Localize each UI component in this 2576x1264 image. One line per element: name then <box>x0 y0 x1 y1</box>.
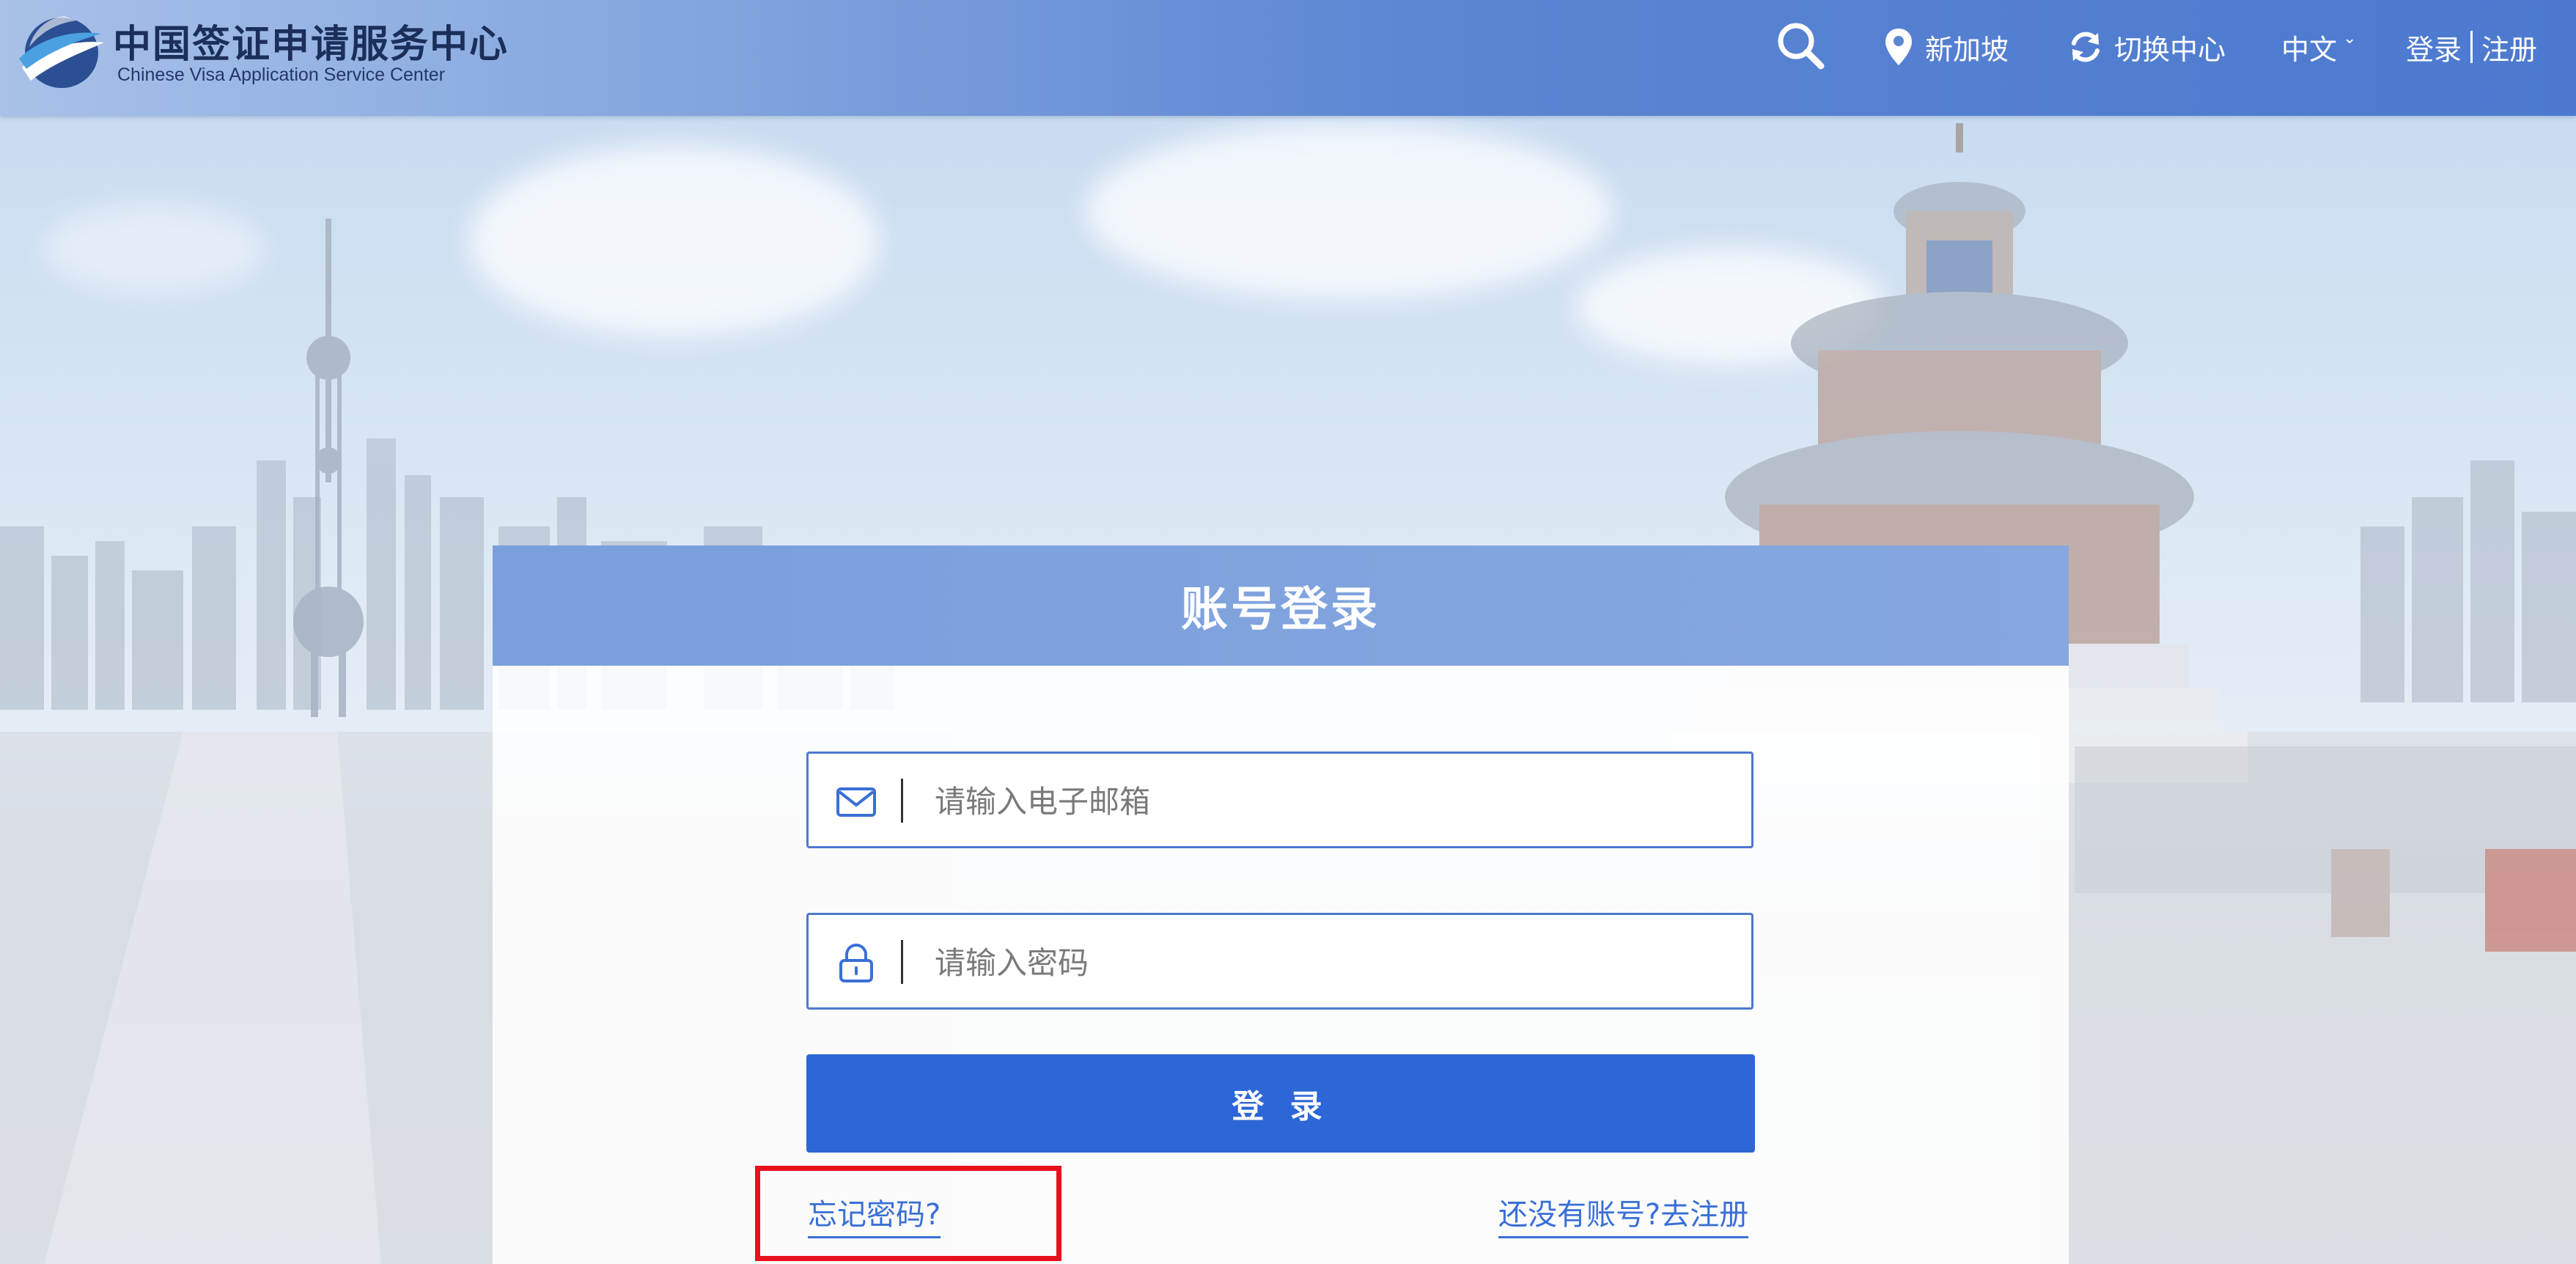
email-input[interactable] <box>933 768 1735 834</box>
header-register-link[interactable]: 注册 <box>2481 27 2537 67</box>
location-label: 新加坡 <box>1925 33 2009 66</box>
location-selector[interactable]: 新加坡 <box>1884 0 2009 94</box>
map-pin-icon <box>1885 29 1912 65</box>
register-link[interactable]: 还没有账号?去注册 <box>1498 1191 1749 1238</box>
login-button[interactable]: 登 录 <box>806 1054 1755 1153</box>
site-logo[interactable]: 中国签证申请服务中心 Chinese Visa Application Serv… <box>19 7 507 103</box>
logo-chinese-text: 中国签证申请服务中心 <box>113 22 509 67</box>
header-login-link[interactable]: 登录 <box>2406 27 2462 67</box>
language-selector[interactable]: 中文 ⌄ <box>2281 0 2356 94</box>
search-button[interactable] <box>1773 18 1831 76</box>
field-divider <box>901 779 903 823</box>
top-header: 中国签证申请服务中心 Chinese Visa Application Serv… <box>0 0 2576 116</box>
auth-links: 登录 注册 <box>2406 0 2537 94</box>
chevron-down-icon: ⌄ <box>2343 29 2357 48</box>
switch-center-button[interactable]: 切换中心 <box>2069 0 2226 94</box>
switch-center-label: 切换中心 <box>2114 33 2226 66</box>
divider <box>2470 31 2473 63</box>
logo-english-text: Chinese Visa Application Service Center <box>117 65 446 85</box>
logo-globe-icon <box>19 16 104 88</box>
login-card-header: 账号登录 <box>493 545 2069 666</box>
password-input[interactable] <box>933 930 1735 996</box>
lock-icon <box>839 944 873 982</box>
language-label: 中文 <box>2281 33 2338 66</box>
mail-icon <box>836 787 876 817</box>
search-icon <box>1778 23 1825 70</box>
forgot-password-link[interactable]: 忘记密码? <box>808 1191 941 1238</box>
password-field[interactable] <box>806 913 1753 1010</box>
login-card: 账号登录 <box>493 545 2069 1264</box>
login-title: 账号登录 <box>1181 583 1380 637</box>
field-divider <box>901 940 903 984</box>
refresh-icon <box>2072 32 2100 62</box>
email-field[interactable] <box>806 752 1753 848</box>
